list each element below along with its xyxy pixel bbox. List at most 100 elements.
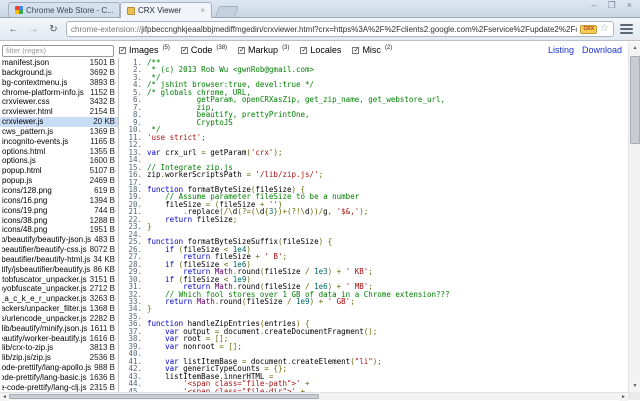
file-list-item[interactable]: lib/beautify/unpackers/unpacker_filter.j…	[0, 304, 118, 314]
tab-title: Chrome Web Store - C...	[26, 6, 113, 15]
file-name: lib/beautify/unpackers/p_a_c_k_e_r_unpac…	[2, 294, 87, 304]
file-size: 3893 B	[90, 78, 115, 88]
tab-title: CRX Viewer	[138, 6, 196, 15]
file-list-item[interactable]: background.js3692 B	[0, 68, 118, 78]
file-list-item[interactable]: icons/19.png744 B	[0, 206, 118, 216]
code-text: zip.workerScriptsPath = '/lib/zip.js/';	[147, 171, 323, 178]
filter-count: (3)	[282, 45, 289, 51]
window-close-icon[interactable]: ×	[627, 1, 632, 10]
crx-viewer-page: ✓Images(5) ✓Code(38) ✓Markup(3) ✓Locales ✓Mi…	[0, 42, 640, 400]
horizontal-scrollbar[interactable]: ◄ ►	[0, 392, 628, 400]
bookmark-star-icon[interactable]: ☆	[600, 24, 609, 34]
file-list-item[interactable]: lib/google-code-prettify/lang-clj.js2315…	[0, 383, 118, 392]
file-name: icons/128.png	[2, 186, 91, 196]
tab-strip: Chrome Web Store - C... CRX Viewer × – ❐…	[0, 0, 640, 18]
file-name: crxviewer.js	[2, 117, 90, 127]
vertical-scrollbar[interactable]: ▲ ▼	[628, 42, 640, 392]
file-list-item[interactable]: cws_pattern.js1369 B	[0, 127, 118, 137]
filter-checkbox-code[interactable]: ✓Code(38)	[181, 45, 227, 55]
forward-icon[interactable]: →	[26, 22, 41, 37]
file-name: crxviewer.css	[2, 97, 87, 107]
code-line: 23.}	[124, 223, 628, 230]
file-name: popup.js	[2, 176, 87, 186]
back-icon[interactable]: ←	[6, 22, 21, 37]
file-list-item[interactable]: icons/16.png1394 B	[0, 196, 118, 206]
download-link[interactable]: Download	[582, 45, 622, 55]
file-list-item[interactable]: popup.html5107 B	[0, 166, 118, 176]
checkbox-icon[interactable]: ✓	[238, 47, 245, 54]
file-list-item[interactable]: lib/beautify/jsbeautifier/beautify-css.j…	[0, 245, 118, 255]
file-list-item[interactable]: lib/crx-to-zip.js3813 B	[0, 343, 118, 353]
file-list-item[interactable]: lib/beautify/jsbeautifier/beautify.js86 …	[0, 265, 118, 275]
file-list-item[interactable]: icons/128.png619 B	[0, 186, 118, 196]
file-list-item[interactable]: lib/google-code-prettify/lang-basic.js16…	[0, 373, 118, 383]
file-filter-input[interactable]	[2, 45, 114, 57]
window-controls: – ❐ ×	[592, 1, 632, 10]
file-list-item[interactable]: lib/beautify/unpackers/urlencode_unpacke…	[0, 314, 118, 324]
file-name: incognito-events.js	[2, 137, 87, 147]
filter-checkbox-images[interactable]: ✓Images(5)	[119, 45, 170, 55]
file-size: 3263 B	[90, 294, 115, 304]
window-minimize-icon[interactable]: –	[592, 1, 597, 10]
file-list-item[interactable]: incognito-events.js1165 B	[0, 137, 118, 147]
file-list-item[interactable]: manifest.json1501 B	[0, 58, 118, 68]
checkbox-icon[interactable]: ✓	[119, 47, 126, 54]
checkbox-icon[interactable]: ✓	[181, 47, 188, 54]
file-size: 483 B	[94, 235, 115, 245]
browser-toolbar: ← → ↻ chrome-extension://jifpbeccnghkjea…	[0, 18, 640, 41]
file-list-item[interactable]: crxviewer.js20 KB	[0, 117, 118, 127]
file-list-item[interactable]: icons/38.png1288 B	[0, 216, 118, 226]
file-size: 20 KB	[93, 117, 115, 127]
file-list-item[interactable]: lib/google-code-prettify/lang-apollo.js9…	[0, 363, 118, 373]
file-list-item[interactable]: chrome-platform-info.js1152 B	[0, 88, 118, 98]
checkbox-icon[interactable]: ✓	[352, 47, 359, 54]
checkbox-icon[interactable]: ✓	[300, 47, 307, 54]
file-list-item[interactable]: lib/beautify/unpackers/javascriptobfusca…	[0, 275, 118, 285]
scroll-down-icon[interactable]: ▼	[629, 380, 640, 392]
window-maximize-icon[interactable]: ❐	[608, 1, 616, 10]
file-name: options.html	[2, 147, 87, 157]
tab-chrome-web-store[interactable]: Chrome Web Store - C...	[8, 2, 120, 17]
vertical-scroll-thumb[interactable]	[630, 56, 640, 144]
browser-menu-icon[interactable]	[619, 23, 634, 36]
scroll-up-icon[interactable]: ▲	[629, 42, 640, 54]
crx-page-action-icon[interactable]: CRX	[580, 25, 597, 34]
file-size: 5107 B	[90, 166, 115, 176]
listing-link[interactable]: Listing	[548, 45, 574, 55]
file-list-item[interactable]: lib/beautify/beautify-json.js483 B	[0, 235, 118, 245]
filter-checkbox-markup[interactable]: ✓Markup(3)	[238, 45, 289, 55]
file-size: 2315 B	[90, 383, 115, 392]
filter-checkbox-locales[interactable]: ✓Locales	[300, 45, 341, 55]
reload-icon[interactable]: ↻	[46, 22, 61, 37]
filter-checkbox-misc[interactable]: ✓Misc(2)	[352, 45, 392, 55]
file-list-item[interactable]: lib/beautify/minify.json.js1611 B	[0, 324, 118, 334]
file-name: lib/google-code-prettify/lang-apollo.js	[2, 363, 91, 373]
file-list-item[interactable]: crxviewer.css3432 B	[0, 97, 118, 107]
file-list-item[interactable]: lib/beautify/unpackers/p_a_c_k_e_r_unpac…	[0, 294, 118, 304]
file-list-item[interactable]: lib/beautify/worker-beautify.js1616 B	[0, 334, 118, 344]
file-size: 2536 B	[90, 353, 115, 363]
file-list-item[interactable]: crxviewer.html2154 B	[0, 107, 118, 117]
file-list-item[interactable]: popup.js2469 B	[0, 176, 118, 186]
tab-crx-viewer[interactable]: CRX Viewer ×	[120, 2, 212, 18]
new-tab-button[interactable]	[215, 6, 239, 17]
file-list-item[interactable]: bg-contextmenu.js3893 B	[0, 78, 118, 88]
file-size: 619 B	[94, 186, 115, 196]
code-line: 16.zip.workerScriptsPath = '/lib/zip.js/…	[124, 171, 628, 178]
file-size: 1951 B	[90, 225, 115, 235]
file-list-item[interactable]: options.js1600 B	[0, 156, 118, 166]
filter-label: Images	[129, 45, 159, 55]
code-line: 13.var crx_url = getParam('crx');	[124, 149, 628, 156]
horizontal-scroll-thumb[interactable]	[9, 394, 319, 399]
file-list-item[interactable]: lib/beautify/jsbeautifier/beautify-html.…	[0, 255, 118, 265]
omnibox[interactable]: chrome-extension://jifpbeccnghkjeaalbbjm…	[66, 21, 614, 37]
url-text: chrome-extension://jifpbeccnghkjeaalbbjm…	[71, 25, 577, 34]
tab-close-icon[interactable]: ×	[200, 7, 205, 15]
file-name: lib/beautify/worker-beautify.js	[2, 334, 87, 344]
file-list-item[interactable]: icons/48.png1951 B	[0, 225, 118, 235]
file-name: icons/19.png	[2, 206, 91, 216]
file-size: 744 B	[94, 206, 115, 216]
file-list-item[interactable]: lib/beautify/unpackers/myobfuscate_unpac…	[0, 284, 118, 294]
file-list-item[interactable]: lib/zip.js/zip.js2536 B	[0, 353, 118, 363]
file-list-item[interactable]: options.html1355 B	[0, 147, 118, 157]
